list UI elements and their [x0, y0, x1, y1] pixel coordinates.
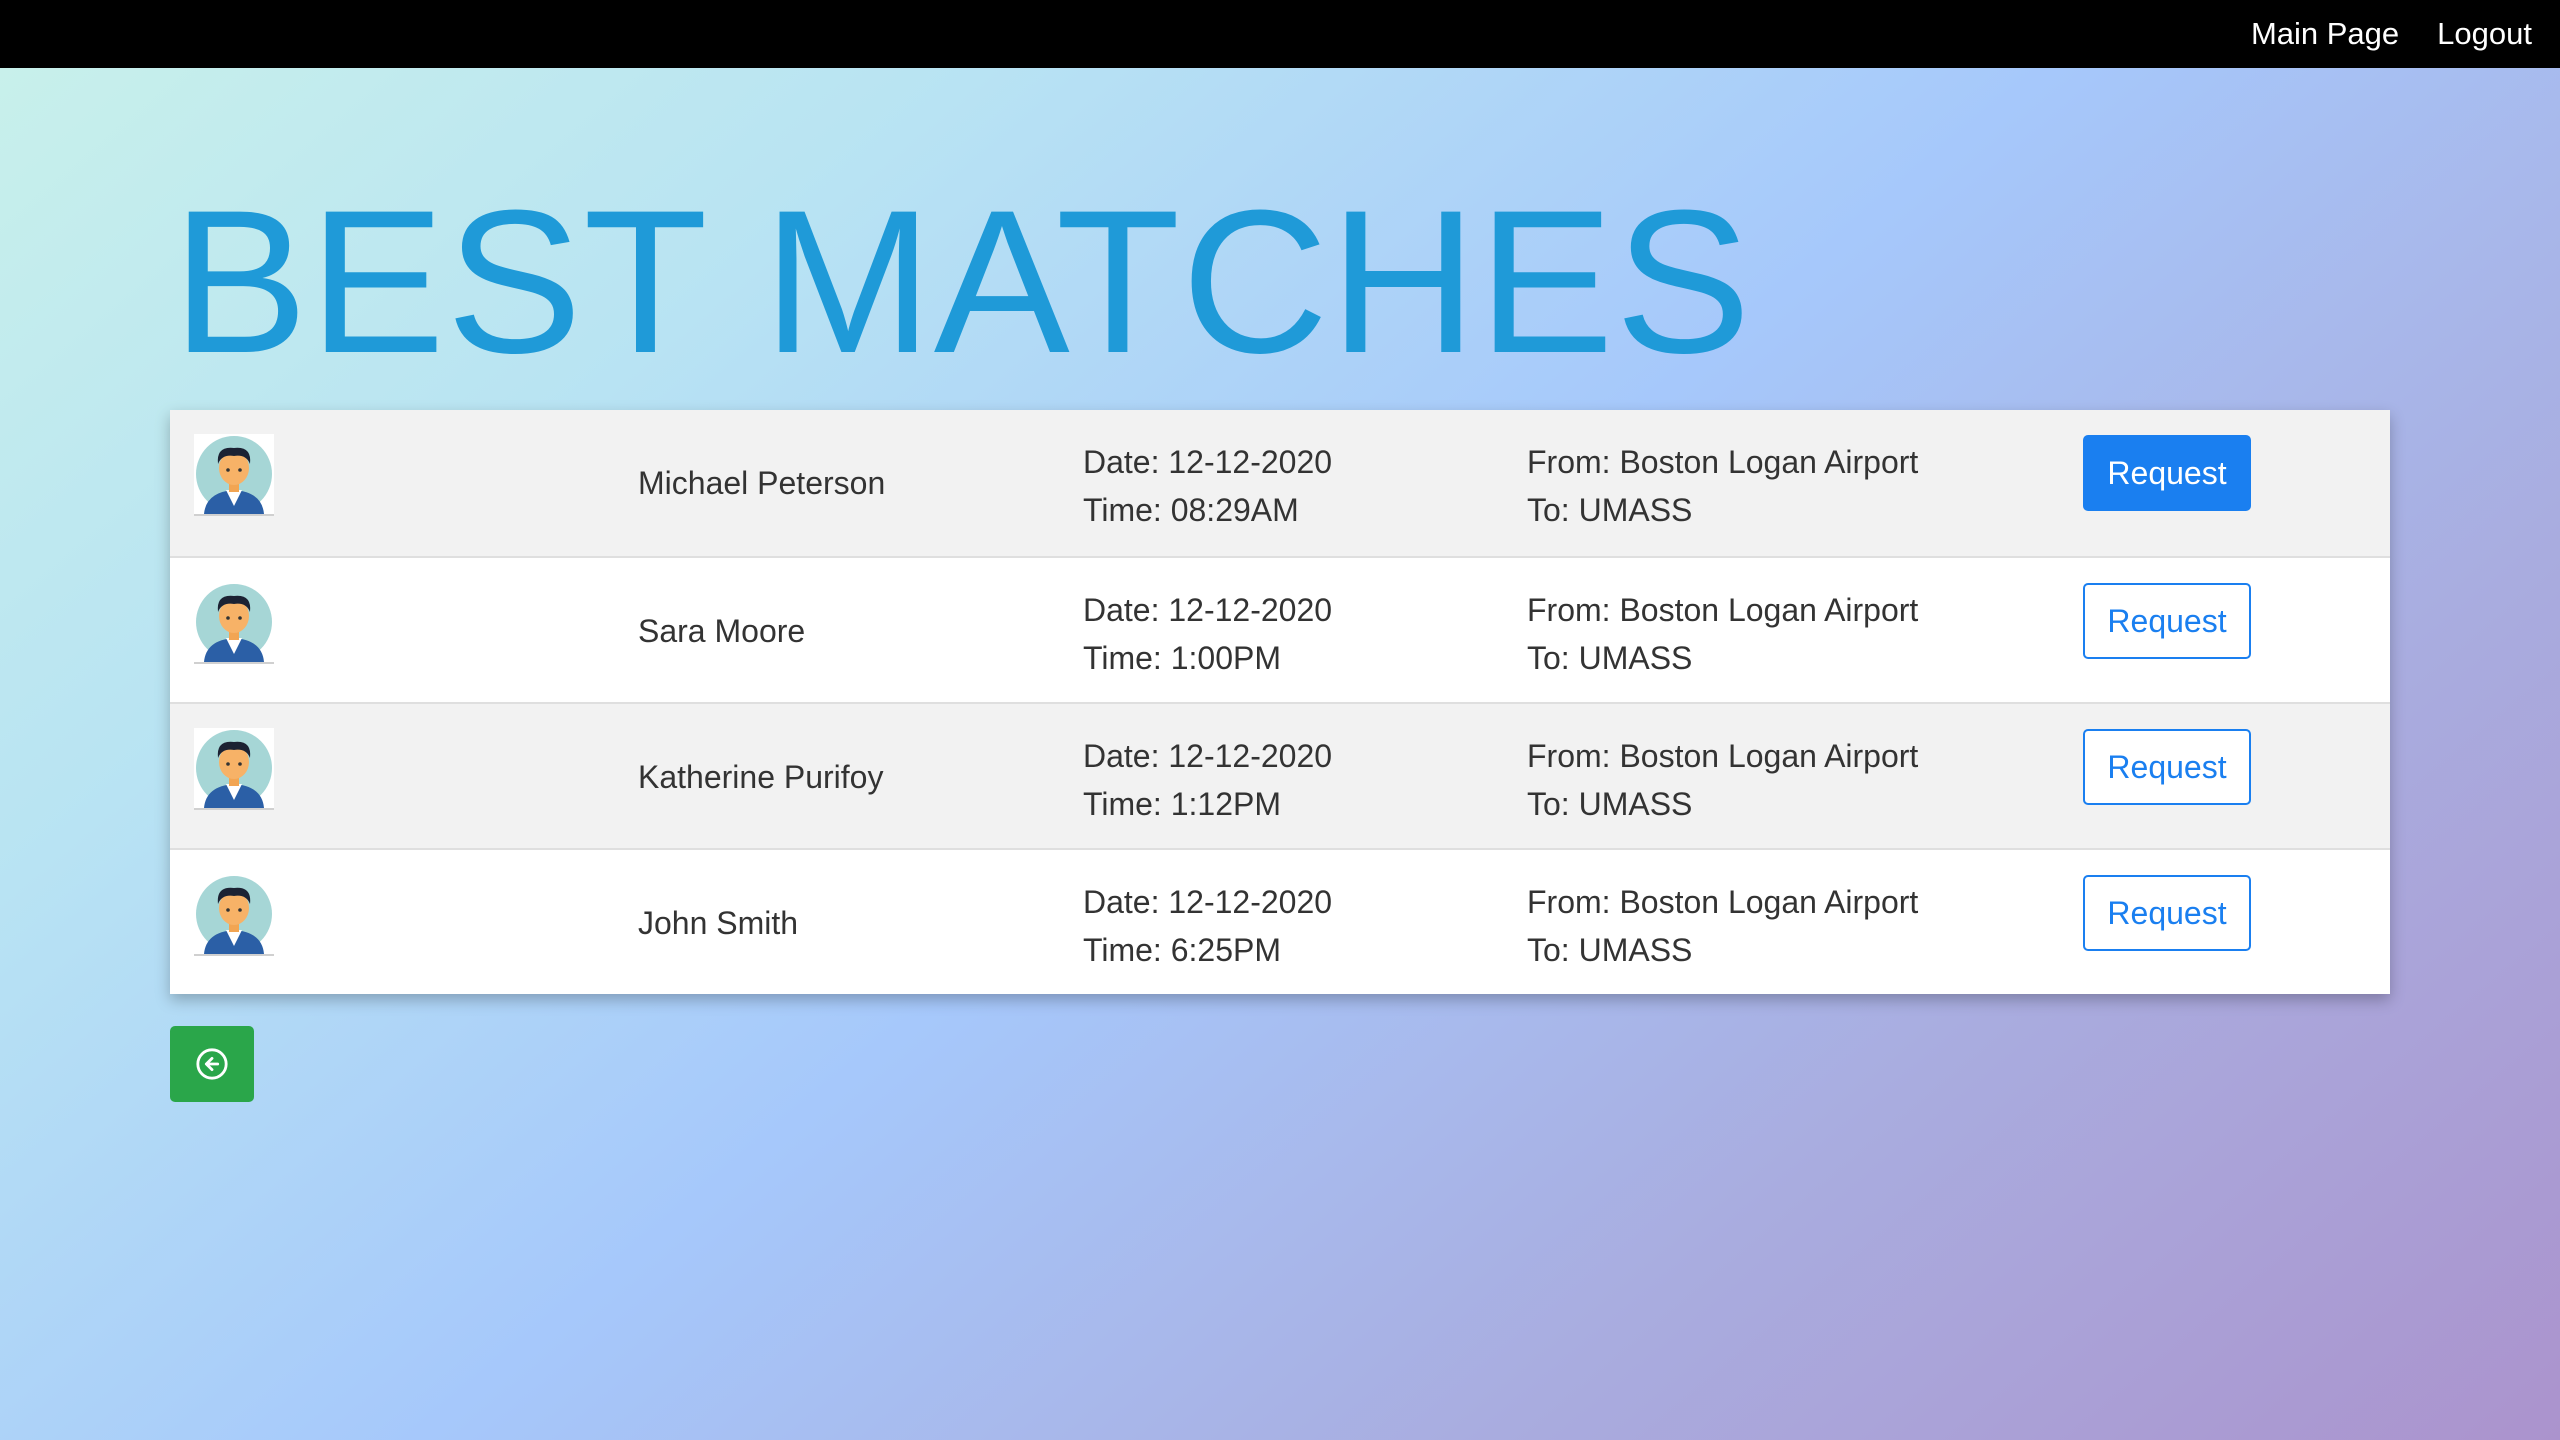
match-datetime: Date: 12-12-2020 Time: 6:25PM [1083, 878, 1332, 974]
match-time: Time: 6:25PM [1083, 932, 1281, 968]
arrow-left-circle-icon [196, 1048, 228, 1080]
match-from: From: Boston Logan Airport [1527, 738, 1919, 774]
request-button[interactable]: Request [2083, 875, 2251, 951]
logout-link[interactable]: Logout [2437, 16, 2532, 52]
match-route: From: Boston Logan Airport To: UMASS [1527, 878, 1918, 974]
match-datetime: Date: 12-12-2020 Time: 1:00PM [1083, 586, 1332, 682]
page-title: BEST MATCHES [172, 168, 1753, 396]
match-date: Date: 12-12-2020 [1083, 884, 1333, 920]
request-button[interactable]: Request [2083, 583, 2251, 659]
match-name: John Smith [638, 905, 799, 941]
back-button[interactable] [170, 1026, 254, 1102]
match-name: Sara Moore [638, 613, 806, 649]
match-to: To: UMASS [1527, 492, 1693, 528]
match-date: Date: 12-12-2020 [1083, 444, 1333, 480]
match-time: Time: 1:00PM [1083, 640, 1281, 676]
main-page-link[interactable]: Main Page [2251, 16, 2399, 52]
match-from: From: Boston Logan Airport [1527, 444, 1919, 480]
match-date: Date: 12-12-2020 [1083, 738, 1333, 774]
match-route: From: Boston Logan Airport To: UMASS [1527, 732, 1918, 828]
match-time: Time: 1:12PM [1083, 786, 1281, 822]
match-to: To: UMASS [1527, 786, 1693, 822]
user-avatar-icon [194, 582, 274, 664]
match-row: Katherine Purifoy Date: 12-12-2020 Time:… [170, 702, 2390, 848]
match-from: From: Boston Logan Airport [1527, 592, 1919, 628]
match-time: Time: 08:29AM [1083, 492, 1299, 528]
user-avatar-icon [194, 728, 274, 810]
match-to: To: UMASS [1527, 640, 1693, 676]
match-row: John Smith Date: 12-12-2020 Time: 6:25PM… [170, 848, 2390, 994]
matches-table: Michael Peterson Date: 12-12-2020 Time: … [170, 410, 2390, 994]
match-route: From: Boston Logan Airport To: UMASS [1527, 586, 1918, 682]
match-from: From: Boston Logan Airport [1527, 884, 1919, 920]
match-datetime: Date: 12-12-2020 Time: 1:12PM [1083, 732, 1332, 828]
request-button[interactable]: Request [2083, 729, 2251, 805]
match-name: Katherine Purifoy [638, 759, 884, 795]
top-navbar: Main Page Logout [0, 0, 2560, 68]
request-button[interactable]: Request [2083, 435, 2251, 511]
match-to: To: UMASS [1527, 932, 1693, 968]
user-avatar-icon [194, 434, 274, 516]
match-date: Date: 12-12-2020 [1083, 592, 1333, 628]
match-route: From: Boston Logan Airport To: UMASS [1527, 438, 1918, 534]
match-datetime: Date: 12-12-2020 Time: 08:29AM [1083, 438, 1332, 534]
match-name: Michael Peterson [638, 465, 886, 501]
match-row: Sara Moore Date: 12-12-2020 Time: 1:00PM… [170, 556, 2390, 702]
match-row: Michael Peterson Date: 12-12-2020 Time: … [170, 410, 2390, 556]
user-avatar-icon [194, 874, 274, 956]
